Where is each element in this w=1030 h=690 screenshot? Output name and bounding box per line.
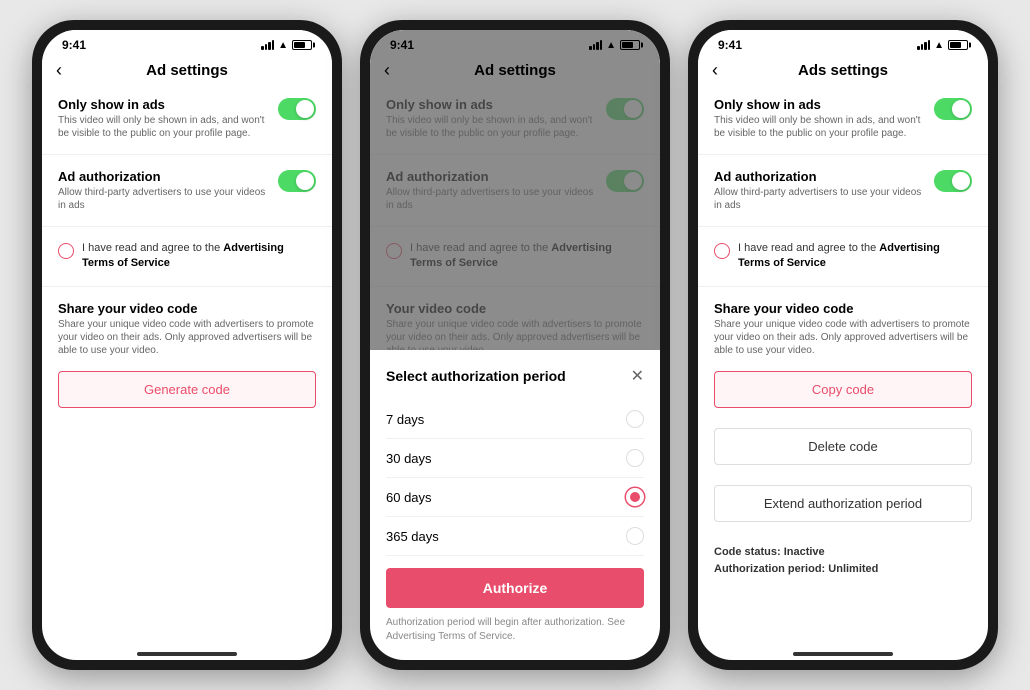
phone-1: 9:41 ▲ ‹ Ad settings (32, 20, 342, 670)
phone-3: 9:41 ▲ ‹ Ads settings (688, 20, 998, 670)
only-show-label-3: Only show in ads (714, 97, 924, 112)
setting-ad-auth-1: Ad authorization Allow third-party adver… (58, 169, 316, 212)
ad-auth-label-1: Ad authorization (58, 169, 268, 184)
divider-3b (698, 226, 988, 227)
setting-only-show-1: Only show in ads This video will only be… (58, 97, 316, 140)
only-show-desc-1: This video will only be shown in ads, an… (58, 114, 268, 140)
radio-btn-365days[interactable] (626, 527, 644, 545)
status-bar-1: 9:41 ▲ (42, 30, 332, 56)
radio-option-365days[interactable]: 365 days (386, 517, 644, 556)
setting-ad-auth-3: Ad authorization Allow third-party adver… (714, 169, 972, 212)
code-status-value-3: Inactive (784, 546, 825, 558)
ad-auth-desc-3: Allow third-party advertisers to use you… (714, 186, 924, 212)
ad-auth-label-3: Ad authorization (714, 169, 924, 184)
back-button-3[interactable]: ‹ (712, 60, 718, 81)
share-code-desc-1: Share your unique video code with advert… (58, 318, 316, 357)
home-indicator-1 (137, 652, 237, 656)
share-code-title-1: Share your video code (58, 301, 316, 316)
delete-code-button-3[interactable]: Delete code (714, 428, 972, 465)
nav-title-3: Ads settings (798, 62, 888, 79)
divider-3c (698, 286, 988, 287)
setting-only-show-3: Only show in ads This video will only be… (714, 97, 972, 140)
only-show-desc-3: This video will only be shown in ads, an… (714, 114, 924, 140)
modal-close-button-2[interactable]: ✕ (631, 366, 644, 386)
nav-header-1: ‹ Ad settings (42, 56, 332, 87)
ad-auth-toggle-3[interactable] (934, 170, 972, 192)
content-3: Only show in ads This video will only be… (698, 87, 988, 646)
only-show-toggle-3[interactable] (934, 98, 972, 120)
share-code-section-1: Share your video code Share your unique … (58, 301, 316, 357)
divider-1a (42, 154, 332, 155)
modal-title-2: Select authorization period (386, 368, 566, 384)
ad-auth-desc-1: Allow third-party advertisers to use you… (58, 186, 268, 212)
share-code-desc-3: Share your unique video code with advert… (714, 318, 972, 357)
terms-text-3: I have read and agree to the Advertising… (738, 241, 972, 272)
share-code-title-3: Share your video code (714, 301, 972, 316)
ad-auth-toggle-1[interactable] (278, 170, 316, 192)
terms-checkbox-3[interactable] (714, 243, 730, 259)
divider-3a (698, 154, 988, 155)
status-bar-3: 9:41 ▲ (698, 30, 988, 56)
radio-label-60days: 60 days (386, 490, 432, 505)
status-time-1: 9:41 (62, 38, 86, 52)
radio-btn-30days[interactable] (626, 449, 644, 467)
phone-3-screen: 9:41 ▲ ‹ Ads settings (698, 30, 988, 660)
divider-1c (42, 286, 332, 287)
phone-2: 9:41 ▲ ‹ Ad settings (360, 20, 670, 670)
radio-btn-7days[interactable] (626, 410, 644, 428)
radio-label-7days: 7 days (386, 412, 424, 427)
wifi-icon-3: ▲ (934, 40, 944, 51)
wifi-icon-1: ▲ (278, 40, 288, 51)
radio-label-365days: 365 days (386, 529, 439, 544)
nav-title-1: Ad settings (146, 62, 228, 79)
content-1: Only show in ads This video will only be… (42, 87, 332, 646)
generate-code-button-1[interactable]: Generate code (58, 371, 316, 408)
status-icons-3: ▲ (917, 40, 968, 51)
signal-icon-1 (261, 40, 274, 50)
copy-code-button-3[interactable]: Copy code (714, 371, 972, 408)
radio-option-30days[interactable]: 30 days (386, 439, 644, 478)
phone-1-screen: 9:41 ▲ ‹ Ad settings (42, 30, 332, 660)
battery-icon-3 (948, 40, 968, 50)
auth-period-value-3: Unlimited (828, 563, 878, 575)
radio-option-60days[interactable]: 60 days (386, 478, 644, 517)
only-show-toggle-1[interactable] (278, 98, 316, 120)
phone-2-screen: 9:41 ▲ ‹ Ad settings (370, 30, 660, 660)
status-icons-1: ▲ (261, 40, 312, 51)
terms-text-1: I have read and agree to the Advertising… (82, 241, 316, 272)
only-show-label-1: Only show in ads (58, 97, 268, 112)
extend-auth-button-3[interactable]: Extend authorization period (714, 485, 972, 522)
modal-note-2: Authorization period will begin after au… (386, 616, 644, 644)
auth-period-modal: Select authorization period ✕ 7 days 30 … (370, 350, 660, 660)
home-indicator-3 (793, 652, 893, 656)
radio-option-7days[interactable]: 7 days (386, 400, 644, 439)
terms-checkbox-1[interactable] (58, 243, 74, 259)
radio-btn-60days[interactable] (626, 488, 644, 506)
radio-label-30days: 30 days (386, 451, 432, 466)
code-status-3: Code status: Inactive Authorization peri… (714, 544, 972, 579)
back-button-1[interactable]: ‹ (56, 60, 62, 81)
signal-icon-3 (917, 40, 930, 50)
battery-icon-1 (292, 40, 312, 50)
terms-row-3: I have read and agree to the Advertising… (714, 241, 972, 272)
authorize-button-2[interactable]: Authorize (386, 568, 644, 608)
modal-header-2: Select authorization period ✕ (386, 366, 644, 386)
status-time-3: 9:41 (718, 38, 742, 52)
divider-1b (42, 226, 332, 227)
share-code-section-3: Share your video code Share your unique … (714, 301, 972, 357)
terms-row-1: I have read and agree to the Advertising… (58, 241, 316, 272)
nav-header-3: ‹ Ads settings (698, 56, 988, 87)
